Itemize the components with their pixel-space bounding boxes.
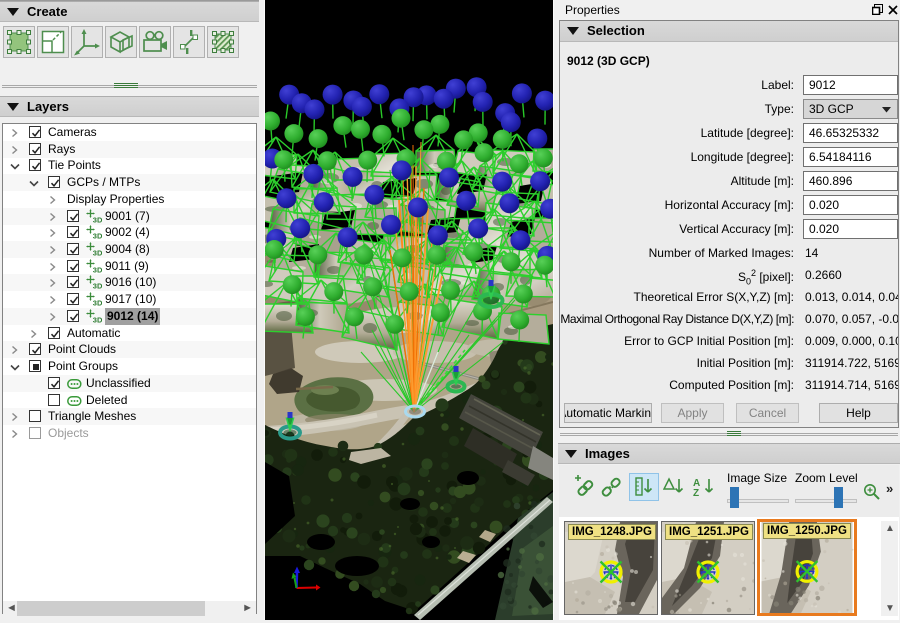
svg-text:3D: 3D bbox=[93, 249, 102, 258]
svg-text:3D: 3D bbox=[93, 316, 102, 325]
svg-text:3D: 3D bbox=[93, 282, 102, 291]
svg-text:3D: 3D bbox=[93, 266, 102, 275]
svg-text:3D: 3D bbox=[93, 232, 102, 241]
svg-text:3D: 3D bbox=[93, 216, 102, 225]
svg-text:Z: Z bbox=[693, 488, 699, 497]
svg-text:3D: 3D bbox=[93, 299, 102, 308]
